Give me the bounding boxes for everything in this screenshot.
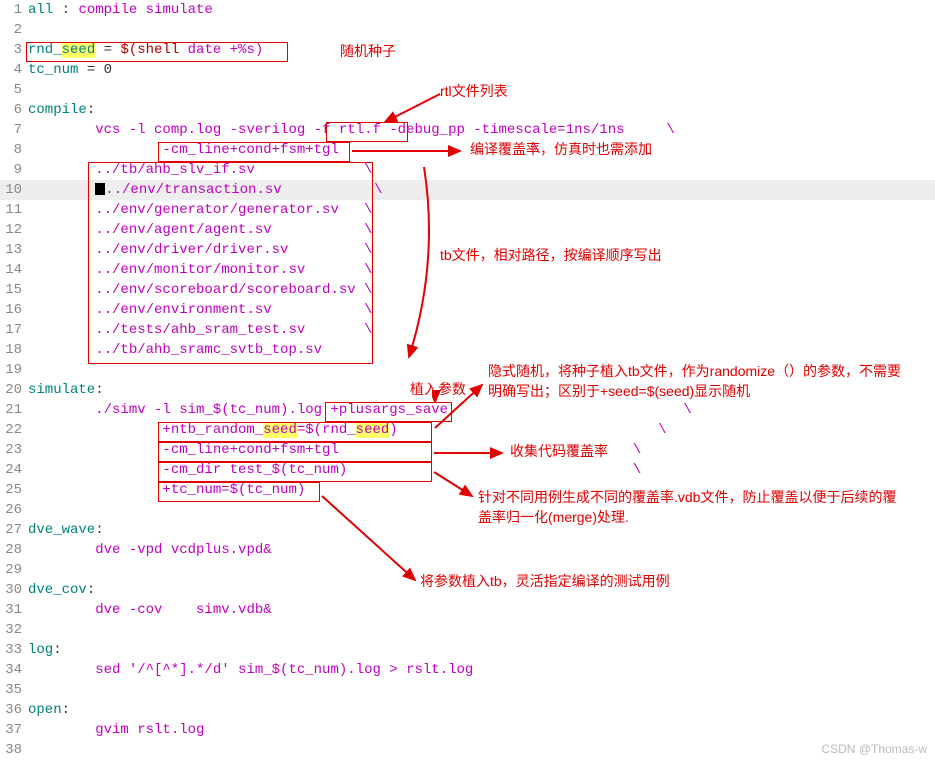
- target-log: log: [28, 642, 53, 658]
- target-compile: compile: [28, 102, 87, 118]
- code-editor: 1all : compile simulate 2 3rnd_seed = $(…: [0, 0, 935, 760]
- watermark: CSDN @Thomas-w: [821, 742, 927, 756]
- target-open: open: [28, 702, 62, 718]
- target-all: all: [28, 2, 53, 18]
- target-dve-wave: dve_wave: [28, 522, 95, 538]
- target-simulate: simulate: [28, 382, 95, 398]
- target-dve-cov: dve_cov: [28, 582, 87, 598]
- seed-hl: seed: [62, 42, 96, 58]
- cursor-block: [95, 183, 105, 195]
